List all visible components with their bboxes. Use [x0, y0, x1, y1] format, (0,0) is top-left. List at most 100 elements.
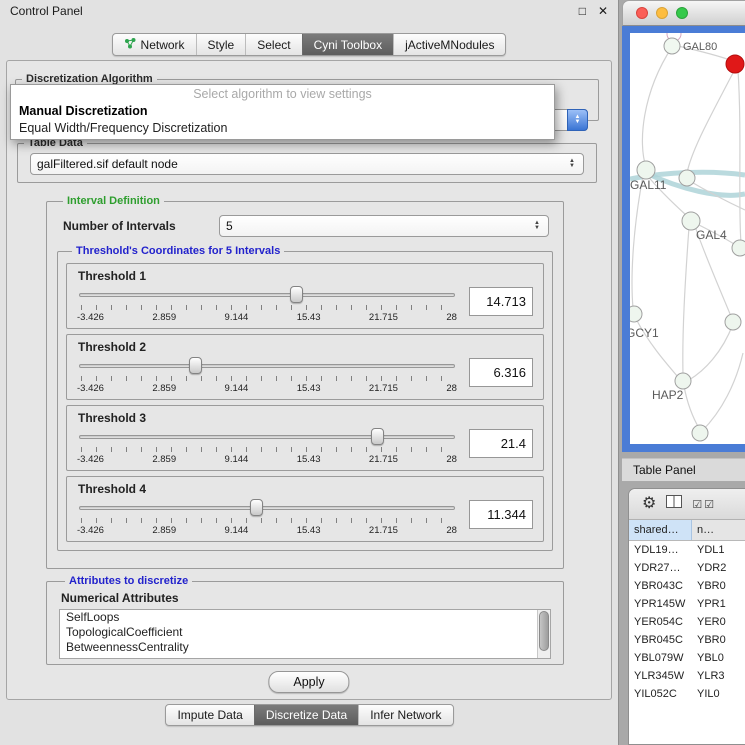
table-row[interactable]: YDR27…YDR2 — [629, 559, 745, 577]
cell-name[interactable]: YER0 — [692, 613, 745, 631]
slider-thumb[interactable] — [371, 428, 384, 445]
cell-name[interactable]: YBR0 — [692, 577, 745, 595]
cell-name[interactable]: YBR0 — [692, 631, 745, 649]
list-scrollbar[interactable] — [537, 610, 550, 658]
zoom-traffic-light-icon[interactable] — [676, 7, 688, 19]
columns-icon[interactable] — [666, 495, 682, 513]
threshold-3-value-field[interactable]: 21.4 — [469, 429, 533, 458]
tab-network[interactable]: Network — [113, 34, 196, 55]
table-row[interactable]: YBR043CYBR0 — [629, 577, 745, 595]
cell-shared-name[interactable]: YDL19… — [629, 541, 692, 559]
cell-shared-name[interactable]: YER054C — [629, 613, 692, 631]
cell-name[interactable]: YIL0 — [692, 685, 745, 703]
cell-shared-name[interactable]: YDR27… — [629, 559, 692, 577]
scale-label: 2.859 — [152, 454, 176, 465]
number-of-intervals-select[interactable]: 5 ▲▼ — [219, 215, 549, 237]
network-window-titlebar[interactable] — [622, 0, 745, 26]
dropdown-option-equal-width-frequency[interactable]: Equal Width/Frequency Discretization — [11, 120, 554, 137]
network-node[interactable] — [679, 170, 695, 186]
cell-shared-name[interactable]: YPR145W — [629, 595, 692, 613]
threshold-4-value-field[interactable]: 11.344 — [469, 500, 533, 529]
cell-name[interactable]: YBL0 — [692, 649, 745, 667]
threshold-1-panel: Threshold 1 -3.426 2.859 9.144 15.43 — [66, 263, 544, 329]
algorithm-dropdown-popup: Select algorithm to view settings Manual… — [10, 84, 555, 140]
network-node[interactable] — [630, 306, 642, 322]
cell-name[interactable]: YLR3 — [692, 667, 745, 685]
tab-infer-network[interactable]: Infer Network — [358, 705, 452, 725]
cell-shared-name[interactable]: YLR345W — [629, 667, 692, 685]
cell-shared-name[interactable]: YBR043C — [629, 577, 692, 595]
network-view-focus-frame: GAL80 GAL11 GAL4 GCY1 HAP2 — [622, 26, 745, 452]
cell-name[interactable]: YDR2 — [692, 559, 745, 577]
apply-button[interactable]: Apply — [268, 671, 349, 693]
node-label: GAL80 — [683, 41, 717, 53]
cell-name[interactable]: YPR1 — [692, 595, 745, 613]
cell-shared-name[interactable]: YBR045C — [629, 631, 692, 649]
tab-cyni-toolbox[interactable]: Cyni Toolbox — [302, 34, 393, 55]
network-node[interactable] — [725, 314, 741, 330]
cell-shared-name[interactable]: YIL052C — [629, 685, 692, 703]
table-data-select[interactable]: galFiltered.sif default node ▲▼ — [30, 153, 584, 175]
slider-track[interactable] — [79, 435, 455, 439]
combo-arrows-icon[interactable]: ▲▼ — [567, 109, 588, 131]
minimize-traffic-light-icon[interactable] — [656, 7, 668, 19]
list-item[interactable]: SelfLoops — [60, 610, 550, 625]
tab-impute-data[interactable]: Impute Data — [166, 705, 253, 725]
network-node[interactable] — [637, 161, 655, 179]
table-browser-window: ⚙ ☑☑ shared… n… YDL19…YDL1 YDR27…YDR2 YB… — [628, 488, 745, 745]
slider-thumb[interactable] — [189, 357, 202, 374]
slider-thumb[interactable] — [250, 499, 263, 516]
scale-label: -3.426 — [77, 525, 104, 536]
threshold-2-value-field[interactable]: 6.316 — [469, 358, 533, 387]
threshold-4-slider[interactable]: -3.426 2.859 9.144 15.43 21.715 28 — [77, 498, 457, 538]
threshold-1-value-field[interactable]: 14.713 — [469, 287, 533, 316]
table-row[interactable]: YIL052CYIL0 — [629, 685, 745, 703]
tab-jactivemnodules[interactable]: jActiveMNodules — [393, 34, 505, 55]
network-node[interactable] — [664, 38, 680, 54]
threshold-2-slider[interactable]: -3.426 2.859 9.144 15.43 21.715 28 — [77, 356, 457, 396]
threshold-3-panel: Threshold 3 -3.426 2.859 9.144 15.43 — [66, 405, 544, 471]
select-columns-icons[interactable]: ☑☑ — [692, 498, 714, 511]
close-window-icon[interactable]: ✕ — [598, 4, 608, 18]
slider-track[interactable] — [79, 364, 455, 368]
table-row[interactable]: YBL079WYBL0 — [629, 649, 745, 667]
close-traffic-light-icon[interactable] — [636, 7, 648, 19]
slider-track[interactable] — [79, 293, 455, 297]
network-node[interactable] — [675, 373, 691, 389]
checkbox-icon[interactable]: ☑ — [692, 498, 702, 511]
checkbox-icon[interactable]: ☑ — [704, 498, 714, 511]
column-header-shared-name[interactable]: shared… — [629, 520, 692, 540]
tab-select[interactable]: Select — [245, 34, 301, 55]
network-edges — [632, 46, 745, 431]
column-header-name[interactable]: n… — [692, 520, 745, 540]
network-canvas[interactable]: GAL80 GAL11 GAL4 GCY1 HAP2 — [630, 33, 745, 444]
list-item[interactable]: TopologicalCoefficient — [60, 625, 550, 640]
slider-thumb[interactable] — [290, 286, 303, 303]
cell-name[interactable]: YDL1 — [692, 541, 745, 559]
threshold-1-slider[interactable]: -3.426 2.859 9.144 15.43 21.715 28 — [77, 285, 457, 325]
table-row[interactable]: YLR345WYLR3 — [629, 667, 745, 685]
node-label: GAL4 — [696, 228, 727, 242]
slider-track[interactable] — [79, 506, 455, 510]
tab-style[interactable]: Style — [196, 34, 246, 55]
table-row[interactable]: YDL19…YDL1 — [629, 541, 745, 559]
table-row[interactable]: YER054CYER0 — [629, 613, 745, 631]
scale-label: 9.144 — [225, 454, 249, 465]
tab-discretize-data[interactable]: Discretize Data — [254, 705, 358, 725]
table-panel-title: Table Panel — [633, 463, 696, 477]
scrollbar-thumb[interactable] — [539, 611, 549, 651]
dropdown-option-manual-discretization[interactable]: Manual Discretization — [11, 103, 554, 120]
network-node[interactable] — [732, 240, 745, 256]
network-node[interactable] — [692, 425, 708, 441]
cell-shared-name[interactable]: YBL079W — [629, 649, 692, 667]
threshold-3-slider[interactable]: -3.426 2.859 9.144 15.43 21.715 28 — [77, 427, 457, 467]
control-panel-window: Control Panel □ ✕ Network Style Select C… — [0, 0, 619, 745]
network-icon — [124, 37, 136, 52]
table-row[interactable]: YBR045CYBR0 — [629, 631, 745, 649]
network-node-red[interactable] — [726, 55, 744, 73]
float-window-icon[interactable]: □ — [579, 4, 586, 18]
table-row[interactable]: YPR145WYPR1 — [629, 595, 745, 613]
gear-icon[interactable]: ⚙ — [642, 496, 656, 512]
list-item[interactable]: BetweennessCentrality — [60, 640, 550, 655]
numerical-attributes-list[interactable]: SelfLoops TopologicalCoefficient Between… — [59, 609, 551, 659]
